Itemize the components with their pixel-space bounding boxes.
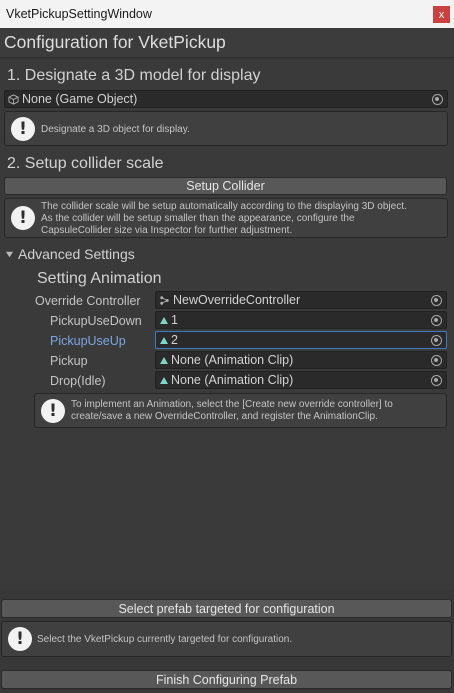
setup-collider-button[interactable]: Setup Collider — [4, 177, 447, 195]
section-1-title: 1. Designate a 3D model for display — [7, 67, 261, 84]
pickup-use-down-value: 1 — [171, 313, 178, 327]
object-picker-icon[interactable] — [431, 355, 442, 366]
animation-help-box: ! To implement an Animation, select the … — [34, 393, 447, 428]
pickup-use-up-value: 2 — [171, 333, 178, 347]
game-object-icon — [8, 93, 19, 105]
pickup-use-up-label: PickupUseUp — [50, 334, 126, 348]
advanced-settings-foldout[interactable]: Advanced Settings — [5, 246, 135, 262]
info-icon: ! — [11, 117, 35, 141]
override-controller-value: NewOverrideController — [173, 293, 301, 307]
advanced-settings-label: Advanced Settings — [18, 246, 135, 262]
select-prefab-help-box: ! Select the VketPickup currently target… — [1, 621, 452, 657]
collider-help-line-1: The collider scale will be setup automat… — [41, 201, 407, 212]
pickup-use-down-label: PickupUseDown — [50, 314, 142, 328]
pickup-field[interactable]: None (Animation Clip) — [155, 351, 447, 369]
object-picker-icon[interactable] — [431, 335, 442, 346]
drop-idle-value: None (Animation Clip) — [171, 373, 294, 387]
animation-clip-icon — [160, 357, 168, 364]
model-field-value: None (Game Object) — [22, 92, 138, 106]
collider-help-box: ! The collider scale will be setup autom… — [4, 198, 448, 238]
collider-help-line-2: As the collider will be setup smaller th… — [41, 213, 355, 224]
animation-clip-icon — [160, 317, 168, 324]
drop-idle-field[interactable]: None (Animation Clip) — [155, 371, 447, 389]
info-icon: ! — [8, 627, 32, 651]
finish-configuring-button[interactable]: Finish Configuring Prefab — [1, 670, 452, 689]
object-picker-icon[interactable] — [432, 94, 443, 105]
drop-idle-label: Drop(Idle) — [50, 374, 106, 388]
pickup-label: Pickup — [50, 354, 88, 368]
select-prefab-help-text: Select the VketPickup currently targeted… — [37, 634, 293, 645]
object-picker-icon[interactable] — [431, 315, 442, 326]
select-prefab-button[interactable]: Select prefab targeted for configuration — [1, 599, 452, 618]
object-picker-icon[interactable] — [431, 375, 442, 386]
close-button[interactable]: x — [433, 6, 450, 23]
animator-controller-icon — [160, 295, 169, 305]
animation-help-line-1: To implement an Animation, select the [C… — [71, 399, 393, 410]
info-icon: ! — [11, 206, 35, 230]
section-2-title: 2. Setup collider scale — [7, 155, 164, 172]
close-icon: x — [438, 8, 445, 21]
pickup-use-up-field[interactable]: 2 — [155, 331, 447, 349]
window-titlebar: VketPickupSettingWindow x — [0, 0, 454, 28]
collider-help-line-3: CapsuleCollider size via Inspector for f… — [41, 225, 293, 236]
model-object-field[interactable]: None (Game Object) — [4, 90, 448, 108]
pickup-value: None (Animation Clip) — [171, 353, 294, 367]
override-controller-label: Override Controller — [35, 294, 141, 308]
object-picker-icon[interactable] — [431, 295, 442, 306]
info-icon: ! — [41, 399, 65, 423]
model-help-box: ! Designate a 3D object for display. — [4, 111, 448, 146]
animation-help-line-2: create/save a new OverrideController, an… — [71, 411, 378, 422]
animation-clip-icon — [160, 337, 168, 344]
page-title: Configuration for VketPickup — [0, 28, 454, 58]
animation-help-text: To implement an Animation, select the [C… — [71, 399, 393, 423]
animation-clip-icon — [160, 377, 168, 384]
setting-animation-title: Setting Animation — [37, 270, 162, 287]
model-help-text: Designate a 3D object for display. — [41, 124, 190, 135]
chevron-down-icon — [5, 251, 14, 257]
window-title: VketPickupSettingWindow — [6, 7, 152, 21]
pickup-use-down-field[interactable]: 1 — [155, 311, 447, 329]
override-controller-field[interactable]: NewOverrideController — [155, 291, 447, 309]
collider-help-text: The collider scale will be setup automat… — [41, 201, 407, 237]
